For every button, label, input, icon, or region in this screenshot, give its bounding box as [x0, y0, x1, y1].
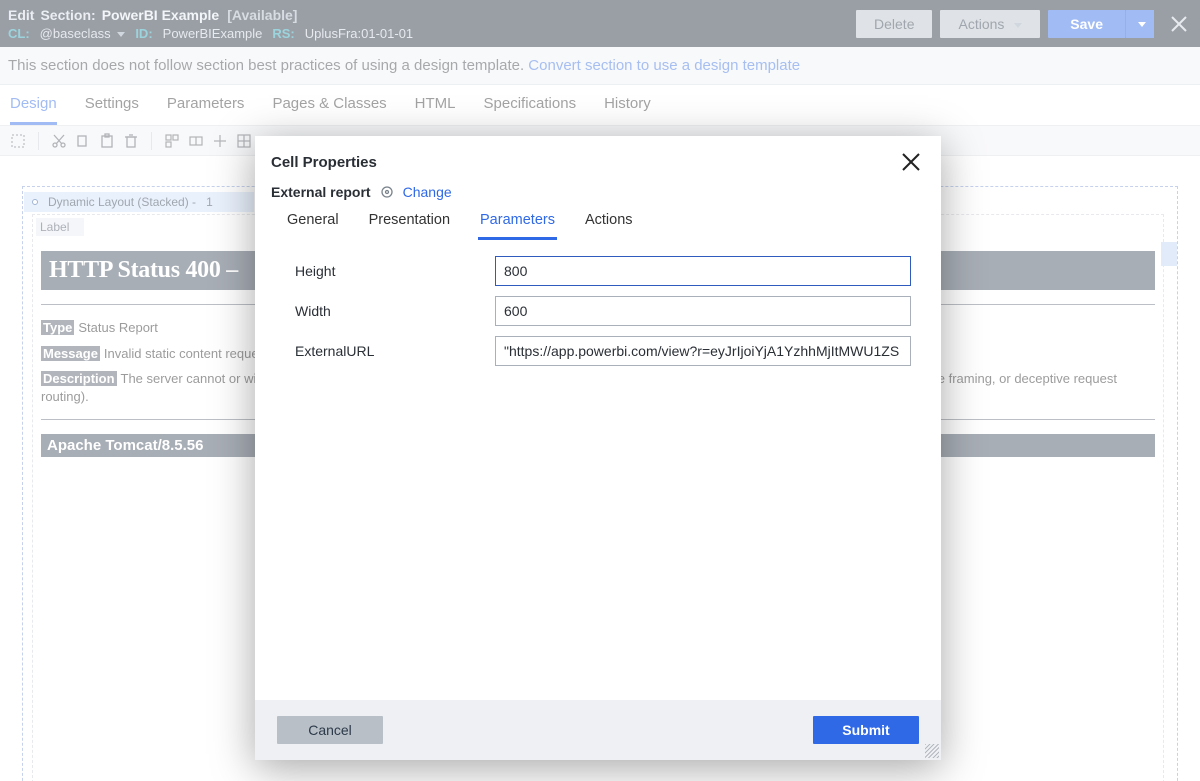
height-input[interactable]: [495, 256, 911, 286]
dialog-tab-presentation[interactable]: Presentation: [367, 206, 452, 240]
dialog-tab-actions[interactable]: Actions: [583, 206, 635, 240]
change-cell-type-link[interactable]: Change: [403, 184, 452, 200]
cancel-button[interactable]: Cancel: [277, 716, 383, 744]
cell-type-label: External report: [271, 184, 371, 200]
dialog-close-button[interactable]: [897, 148, 925, 176]
submit-button[interactable]: Submit: [813, 716, 919, 744]
width-input[interactable]: [495, 296, 911, 326]
dialog-footer: Cancel Submit: [255, 700, 941, 760]
height-row: Height: [295, 256, 911, 286]
externalurl-input[interactable]: [495, 336, 911, 366]
dialog-header: Cell Properties: [255, 136, 941, 184]
height-label: Height: [295, 263, 495, 279]
externalurl-label: ExternalURL: [295, 343, 495, 359]
cell-properties-dialog: Cell Properties External report Change G…: [255, 136, 941, 760]
width-row: Width: [295, 296, 911, 326]
dialog-tab-general[interactable]: General: [285, 206, 341, 240]
dialog-tabs: General Presentation Parameters Actions: [255, 206, 941, 240]
resize-grip-icon[interactable]: [925, 744, 939, 758]
target-icon[interactable]: [379, 184, 395, 200]
dialog-subheader: External report Change: [255, 184, 941, 206]
width-label: Width: [295, 303, 495, 319]
externalurl-row: ExternalURL: [295, 336, 911, 366]
dialog-body: Height Width ExternalURL: [255, 240, 941, 700]
dialog-tab-parameters[interactable]: Parameters: [478, 206, 557, 240]
dialog-title: Cell Properties: [271, 154, 377, 171]
